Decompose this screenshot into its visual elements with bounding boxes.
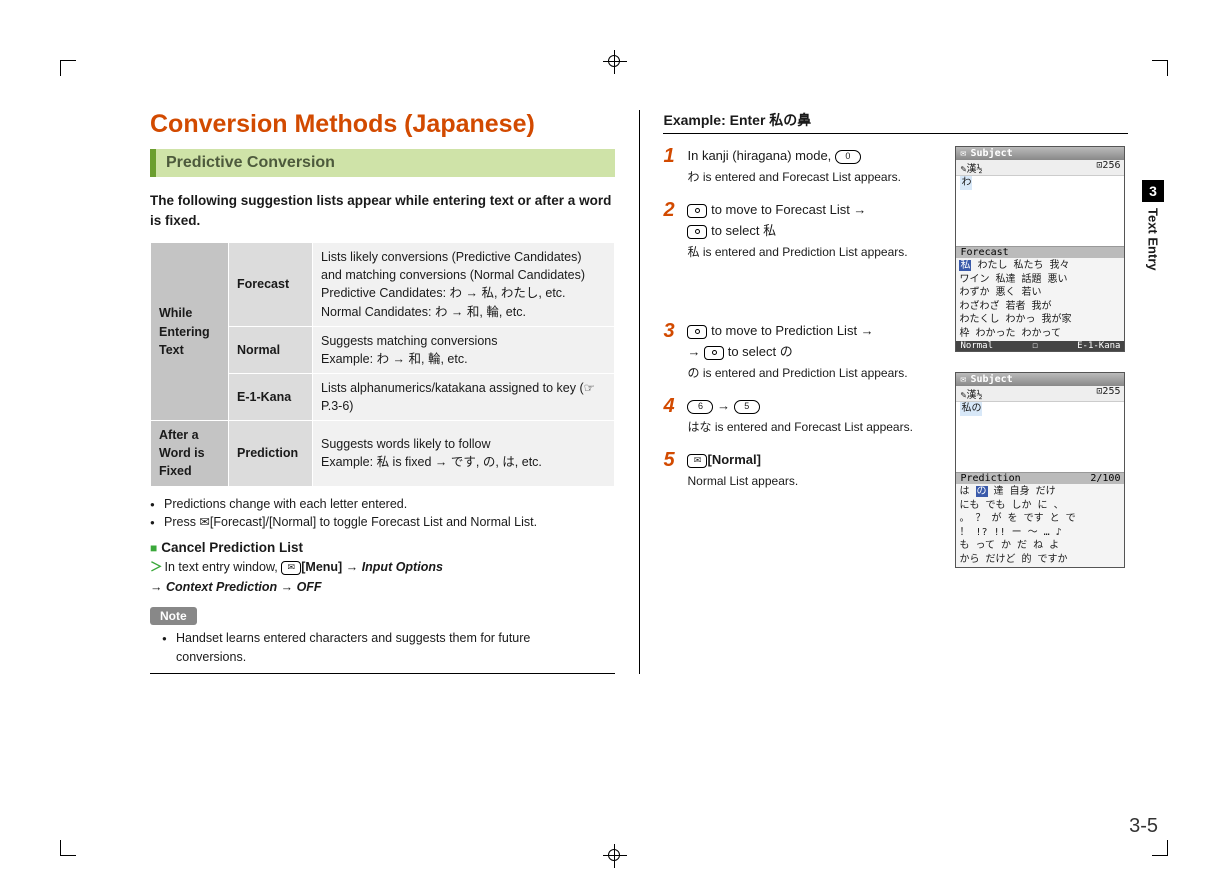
step-4: 4 6 → 5 はな is entered and Forecast List … [663,396,943,436]
arrow-icon: → [346,560,362,574]
cell-forecast-name: Forecast [229,243,313,327]
context-prediction-label: Context Prediction [166,580,277,594]
step-number: 2 [663,200,679,261]
cell-e1kana-name: E-1-Kana [229,373,313,420]
conversion-table: While Entering Text Forecast Lists likel… [150,242,615,486]
mail-key-icon: ✉ [281,561,301,575]
cell-e1kana-desc: Lists alphanumerics/katakana assigned to… [313,373,615,420]
crop-mark [1152,60,1168,76]
cell-prediction-desc: Suggests words likely to followExample: … [313,421,615,486]
gt-icon: ＞ [150,560,163,574]
cell-forecast-desc: Lists likely conversions (Predictive Can… [313,243,615,327]
chapter-number: 3 [1142,180,1164,202]
entry-text: わ [960,176,972,190]
step-1: 1 In kanji (hiragana) mode, 0 わ is enter… [663,146,943,186]
key-0-icon: 0 [835,150,861,164]
nav-key-icon [687,225,707,239]
example-head: Example: Enter 私の鼻 [663,110,1128,134]
phone-screenshot-prediction: ✉Subject ✎漢½⊡255 私の Prediction2/100 は の … [955,372,1125,568]
bullet-list: Predictions change with each letter ente… [150,495,615,533]
step-sub: はな is entered and Forecast List appears. [687,419,912,436]
note-box: Handset learns entered characters and su… [150,625,615,674]
page-number: 3-5 [1129,815,1158,838]
key-5-icon: 5 [734,400,760,414]
step-sub: Normal List appears. [687,473,798,490]
normal-label: [Normal] [707,452,760,467]
crop-mark [60,60,76,76]
bullet-item: Press ✉[Forecast]/[Normal] to toggle For… [150,513,615,532]
row-after-fixed: After a Word is Fixed [151,421,229,486]
step-number: 5 [663,450,679,490]
cancel-head-text: Cancel Prediction List [161,540,303,555]
cell-prediction-name: Prediction [229,421,313,486]
off-label: OFF [297,580,322,594]
nav-key-icon [704,346,724,360]
screen-title: Subject [971,374,1013,385]
step-3: 3 to move to Prediction List → → to sele… [663,321,943,382]
softkey-right: E-1-Kana [1077,341,1120,351]
section-label: Prediction [960,473,1020,484]
note-tag: Note [150,607,197,625]
cancel-instruction: ＞In text entry window, ✉[Menu] → Input O… [150,557,615,597]
arrow-icon: → [717,398,734,413]
entry-text: 私の [960,402,982,416]
page-title: Conversion Methods (Japanese) [150,110,615,139]
input-mode: 漢½ [967,164,983,175]
step-number: 4 [663,396,679,436]
bullet-item: Predictions change with each letter ente… [150,495,615,514]
step-sub: 私 is entered and Prediction List appears… [687,244,907,261]
registration-mark [608,849,620,861]
softkey-mid: ☐ [1032,341,1037,351]
screen-title: Subject [971,148,1013,159]
step-text: to select 私 [707,223,776,238]
char-count: 256 [1102,160,1120,171]
section-label: Forecast [960,247,1008,258]
chapter-tab: 3 Text Entry [1142,180,1164,271]
section-subhead: Predictive Conversion [150,149,615,177]
input-options-label: Input Options [362,560,443,574]
phone-screenshot-forecast: ✉Subject ✎漢½⊡256 わ Forecast 私 わたし 私たち 我々… [955,146,1125,352]
crop-mark [60,840,76,856]
square-bullet-icon: ■ [150,541,157,555]
candidates: は の 達 自身 だけにも でも しか に 、。 ？ が を です と で！ !… [956,484,1124,567]
mail-key-icon: ✉ [687,454,707,468]
nav-down-key-icon [687,325,707,339]
step-number: 3 [663,321,679,382]
char-count: 255 [1102,386,1120,397]
arrow-icon: → [281,580,297,594]
softkey-left: Normal [960,341,993,351]
chapter-label: Text Entry [1146,208,1161,271]
mail-icon: ✉ [960,148,966,159]
menu-label: [Menu] [301,560,342,574]
arrow-icon: → [150,580,166,594]
mail-icon: ✉ [960,374,966,385]
registration-mark [608,55,620,67]
step-5: 5 ✉[Normal] Normal List appears. [663,450,943,490]
cell-normal-name: Normal [229,326,313,373]
row-while-entering: While Entering Text [151,243,229,421]
step-text: In kanji (hiragana) mode, [687,148,834,163]
cell-normal-desc: Suggests matching conversionsExample: わ … [313,326,615,373]
note-item: Handset learns entered characters and su… [162,629,603,667]
step-text: to move to Forecast List → [707,202,866,217]
step-number: 1 [663,146,679,186]
candidates: 私 わたし 私たち 我々ワイン 私達 話題 悪いわずか 悪く 若いわざわざ 若者… [956,258,1124,341]
cancel-text-a: In text entry window, [165,560,282,574]
section-count: 2/100 [1090,473,1120,484]
column-divider [639,110,640,674]
step-sub: の is entered and Prediction List appears… [687,365,907,382]
step-text: to move to Prediction List → [707,323,873,338]
crop-mark [1152,840,1168,856]
step-text: to select の [724,344,793,359]
intro-text: The following suggestion lists appear wh… [150,191,615,230]
cancel-head: ■ Cancel Prediction List [150,540,615,555]
input-mode: 漢½ [967,390,983,401]
key-6-icon: 6 [687,400,713,414]
step-2: 2 to move to Forecast List → to select 私… [663,200,943,261]
step-sub: わ is entered and Forecast List appears. [687,169,900,186]
nav-down-key-icon [687,204,707,218]
